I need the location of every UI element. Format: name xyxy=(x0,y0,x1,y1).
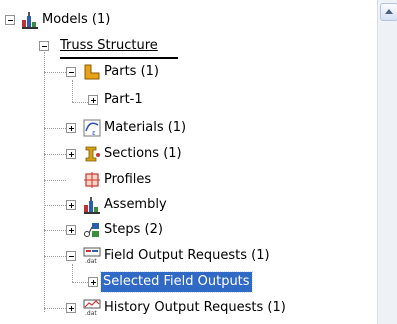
collapse-toggle[interactable] xyxy=(66,251,76,261)
materials-icon: ε xyxy=(83,119,101,137)
tree-node-steps[interactable]: Steps (2) xyxy=(0,220,300,240)
expand-toggle[interactable] xyxy=(66,225,76,235)
tree-node-part-1[interactable]: Part-1 xyxy=(0,90,300,110)
tree-node-label: Steps (2) xyxy=(104,222,163,237)
history-output-icon: .dat xyxy=(83,299,101,317)
tree-node-models[interactable]: Models (1) xyxy=(0,10,300,30)
expand-toggle[interactable] xyxy=(66,123,76,133)
expand-toggle[interactable] xyxy=(88,95,98,105)
tree-node-label: History Output Requests (1) xyxy=(104,300,286,315)
svg-text:.dat: .dat xyxy=(85,310,97,317)
tree-node-truss-structure[interactable]: Truss Structure xyxy=(0,36,300,56)
steps-icon xyxy=(84,223,99,237)
collapse-toggle[interactable] xyxy=(5,15,15,25)
tree-node-label: Models (1) xyxy=(42,12,111,27)
tree-node-label: Truss Structure xyxy=(60,38,158,53)
tree-node-label: Profiles xyxy=(104,172,152,187)
parts-icon xyxy=(84,64,100,80)
tree-node-selected-field-outputs[interactable]: Selected Field Outputs xyxy=(0,271,300,293)
tree-node-label: Sections (1) xyxy=(104,146,182,161)
tree-node-parts[interactable]: Parts (1) xyxy=(0,62,300,82)
tree-node-profiles[interactable]: Profiles xyxy=(0,170,300,190)
tree-node-label: Field Output Requests (1) xyxy=(104,248,270,263)
tree-node-label: Parts (1) xyxy=(104,64,159,79)
model-tree[interactable]: Models (1) Truss Structure Parts (1) Par… xyxy=(0,0,377,324)
collapse-toggle[interactable] xyxy=(39,41,49,51)
assembly-icon xyxy=(84,197,100,214)
expand-toggle[interactable] xyxy=(88,277,98,287)
tree-node-sections[interactable]: Sections (1) xyxy=(0,144,300,164)
tree-node-assembly[interactable]: Assembly xyxy=(0,195,300,215)
tree-node-label: Materials (1) xyxy=(104,120,187,135)
sections-icon xyxy=(85,146,100,162)
tree-node-field-output-requests[interactable]: .dat Field Output Requests (1) xyxy=(0,246,310,266)
vertical-scrollbar[interactable] xyxy=(377,0,397,324)
svg-text:ε: ε xyxy=(92,129,96,137)
expand-toggle[interactable] xyxy=(66,149,76,159)
profiles-icon xyxy=(84,172,100,188)
tree-node-label: Part-1 xyxy=(104,92,143,107)
expand-toggle[interactable] xyxy=(66,303,76,313)
tree-node-materials[interactable]: ε Materials (1) xyxy=(0,118,300,138)
collapse-toggle[interactable] xyxy=(66,67,76,77)
models-icon xyxy=(22,12,38,29)
current-model-underline xyxy=(60,57,178,59)
expand-toggle[interactable] xyxy=(66,200,76,210)
scroll-up-button[interactable] xyxy=(380,3,397,21)
tree-node-label: Assembly xyxy=(104,197,167,212)
tree-node-history-output-requests[interactable]: .dat History Output Requests (1) xyxy=(0,298,330,318)
field-output-icon: .dat xyxy=(83,247,101,265)
tree-node-label: Selected Field Outputs xyxy=(100,271,253,293)
svg-text:.dat: .dat xyxy=(85,258,97,265)
